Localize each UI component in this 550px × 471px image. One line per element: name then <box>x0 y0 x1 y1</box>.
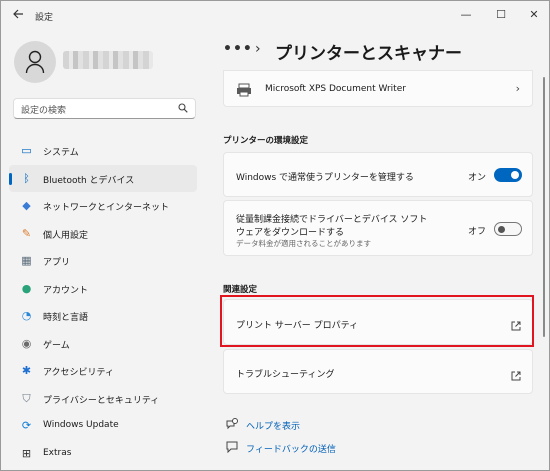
toggle-state-label: オン <box>467 173 486 183</box>
close-button[interactable]: ✕ <box>517 4 549 26</box>
sidebar-item-label: ゲーム <box>43 340 70 351</box>
sidebar-item-gamepad[interactable]: ◉ ゲーム <box>9 330 197 358</box>
sidebar-item-label: システム <box>43 148 79 158</box>
setting-default-printer: Windows で通常使うプリンターを管理する オン <box>223 152 533 197</box>
setting-label-line2: ウェアをダウンロードする <box>236 228 345 238</box>
title-bar: 設定 — ☐ ✕ <box>1 1 549 33</box>
sidebar-item-label: Windows Update <box>43 420 119 430</box>
sidebar-item-bluetooth[interactable]: ᛒ Bluetooth とデバイス <box>9 164 197 192</box>
related-item-label: トラブルシューティング <box>236 370 335 380</box>
bluetooth-icon: ᛒ <box>23 171 30 185</box>
highlight-frame <box>220 295 534 347</box>
sidebar-item-label: アクセシビリティ <box>43 368 115 378</box>
sidebar-item-system[interactable]: ▭ システム <box>9 137 197 165</box>
setting-label: Windows で通常使うプリンターを管理する <box>236 173 414 183</box>
printer-item-xps[interactable]: Microsoft XPS Document Writer › <box>223 70 533 107</box>
feedback-link-label: フィードバックの送信 <box>246 445 336 455</box>
minimize-button[interactable]: — <box>449 4 483 26</box>
maximize-button[interactable]: ☐ <box>484 4 518 26</box>
scrollbar[interactable] <box>543 77 545 337</box>
page-title: プリンターとスキャナー <box>275 44 462 64</box>
chevron-right-icon: › <box>255 41 261 57</box>
help-icon <box>226 418 238 430</box>
account-icon: ● <box>21 281 32 295</box>
avatar[interactable] <box>14 41 56 83</box>
sidebar-item-label: ネットワークとインターネット <box>43 203 170 213</box>
default-printer-toggle[interactable] <box>494 168 522 182</box>
username-redacted <box>63 51 153 69</box>
metered-download-toggle[interactable] <box>494 222 522 236</box>
user-icon <box>25 50 45 74</box>
search-box[interactable]: 設定の検索 <box>13 98 196 119</box>
brush-icon: ✎ <box>21 226 32 240</box>
sidebar-item-label: プライバシーとセキュリティ <box>43 395 160 406</box>
accessibility-icon: ✱ <box>21 364 32 377</box>
sidebar-item-globe-clock[interactable]: ◔ 時刻と言語 <box>9 302 197 330</box>
sidebar-item-shield[interactable]: ⛉ プライバシーとセキュリティ <box>9 385 197 413</box>
system-icon: ▭ <box>21 144 32 157</box>
sidebar-item-label: 時刻と言語 <box>43 313 89 323</box>
update-icon: ⟳ <box>21 419 32 432</box>
chevron-right-icon: › <box>515 81 520 95</box>
toggle-state-label: オフ <box>467 227 486 237</box>
setting-description: データ料金が適用されることがあります <box>236 239 371 248</box>
sidebar-item-label: Bluetooth とデバイス <box>43 175 135 186</box>
extras-icon: ⊞ <box>21 446 32 460</box>
sidebar-item-label: アプリ <box>43 258 71 268</box>
settings-window: 設定 — ☐ ✕ 設定の検索 ▭ システム ᛒ Bluetooth とデバイス ◆ ネット… <box>0 0 550 471</box>
shield-icon: ⛉ <box>22 391 31 405</box>
sidebar-nav: ▭ システム ᛒ Bluetooth とデバイス ◆ ネットワークとインターネット ✎ 個人用… <box>9 137 197 467</box>
apps-icon: ▦ <box>21 254 32 267</box>
section-heading-related: 関連設定 <box>223 285 258 295</box>
search-placeholder: 設定の検索 <box>21 106 67 116</box>
globe-clock-icon: ◔ <box>21 309 32 322</box>
sidebar-item-extras[interactable]: ⊞ Extras <box>9 440 197 468</box>
sidebar-item-apps[interactable]: ▦ アプリ <box>9 247 197 275</box>
search-icon <box>178 103 188 116</box>
setting-metered-download: 従量制課金接続でドライバーとデバイス ソフト ウェアをダウンロードする データ料… <box>223 200 533 256</box>
external-link-icon <box>511 366 521 380</box>
feedback-icon <box>226 441 238 454</box>
sidebar-item-brush[interactable]: ✎ 個人用設定 <box>9 220 197 248</box>
setting-label-line1: 従量制課金接続でドライバーとデバイス ソフト <box>236 215 428 225</box>
sidebar-item-accessibility[interactable]: ✱ アクセシビリティ <box>9 357 197 385</box>
printer-icon <box>236 82 252 101</box>
printer-name: Microsoft XPS Document Writer <box>265 84 406 94</box>
help-link-label: ヘルプを表示 <box>246 422 301 432</box>
sidebar-item-label: Extras <box>43 447 72 458</box>
gamepad-icon: ◉ <box>21 336 32 350</box>
section-heading-preferences: プリンターの環境設定 <box>223 136 309 146</box>
sidebar-item-label: 個人用設定 <box>43 230 89 241</box>
sidebar-item-wifi[interactable]: ◆ ネットワークとインターネット <box>9 192 197 220</box>
sidebar-item-account[interactable]: ● アカウント <box>9 275 197 303</box>
troubleshooting-link[interactable]: トラブルシューティング <box>223 349 533 394</box>
breadcrumb-more-button[interactable]: ••• <box>223 41 253 57</box>
sidebar-item-label: アカウント <box>43 285 89 296</box>
back-arrow-icon[interactable] <box>7 6 29 28</box>
app-title: 設定 <box>35 13 54 23</box>
sidebar-item-update[interactable]: ⟳ Windows Update <box>9 412 197 440</box>
wifi-icon: ◆ <box>22 199 31 212</box>
